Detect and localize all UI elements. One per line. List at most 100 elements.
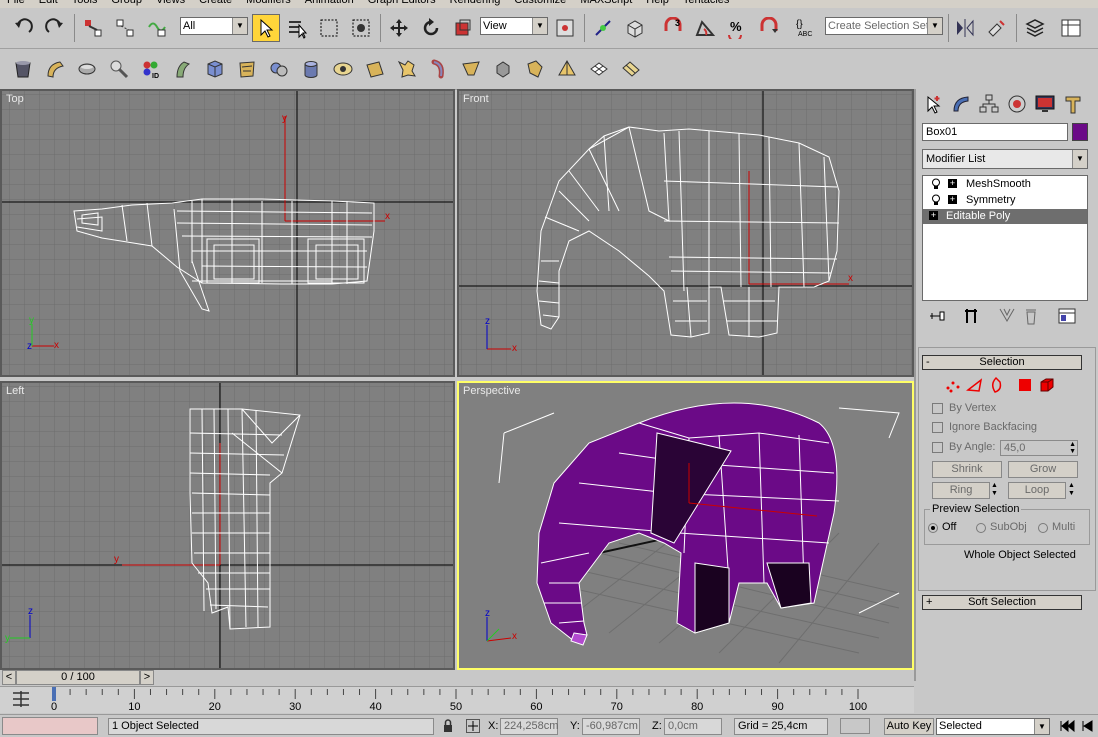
menu-item-animation[interactable]: Animation: [305, 0, 354, 6]
auto-key-button[interactable]: Auto Key: [884, 718, 934, 735]
display-tab-icon[interactable]: [1032, 91, 1058, 117]
loop-spinner-icon[interactable]: ▲ ▼: [1068, 482, 1075, 498]
menu-item-rendering[interactable]: Rendering: [450, 0, 501, 6]
snap-3d-icon[interactable]: 3: [660, 15, 686, 41]
modifier-stack-icon[interactable]: [10, 56, 36, 82]
select-manipulate-icon[interactable]: [590, 15, 616, 41]
polygon-mode-icon[interactable]: [1014, 374, 1036, 396]
menu-item-edit[interactable]: Edit: [39, 0, 58, 6]
undo-icon[interactable]: [10, 15, 36, 41]
object-color-swatch[interactable]: [1072, 123, 1088, 141]
move-icon[interactable]: [386, 15, 412, 41]
named-selection-edit-icon[interactable]: {} ABC: [792, 15, 818, 41]
prev-key-icon[interactable]: [1080, 720, 1094, 735]
select-and-link-icon[interactable]: [80, 15, 106, 41]
viewport-label[interactable]: Top: [6, 93, 24, 105]
viewport-perspective[interactable]: Perspective x z: [457, 381, 914, 670]
menu-item-modifiers[interactable]: Modifiers: [246, 0, 291, 6]
menu-item-customize[interactable]: Customize: [514, 0, 566, 6]
mirror-icon[interactable]: [952, 15, 978, 41]
viewport-label[interactable]: Front: [463, 93, 489, 105]
absolute-mode-icon[interactable]: [466, 719, 480, 733]
stack-item-symmetry[interactable]: + Symmetry: [923, 193, 1087, 208]
angle-snap-icon[interactable]: [692, 15, 718, 41]
make-unique-icon[interactable]: [996, 305, 1018, 327]
rectangular-selection-icon[interactable]: [316, 15, 342, 41]
lightbulb-icon[interactable]: [931, 178, 941, 193]
layer-manager-icon[interactable]: [1022, 15, 1048, 41]
edge-mode-icon[interactable]: [964, 374, 986, 396]
viewport-left[interactable]: Left y z y: [0, 381, 455, 670]
stack-item-editable-poly[interactable]: + Editable Poly: [923, 209, 1087, 224]
bind-space-warp-icon[interactable]: [144, 15, 170, 41]
viewport-front[interactable]: Front x z x: [457, 89, 914, 377]
meshsmooth-modifier-icon[interactable]: [522, 56, 548, 82]
expand-icon[interactable]: +: [948, 195, 957, 204]
named-selection-dropdown[interactable]: Create Selection Set ▼: [825, 17, 943, 35]
utilities-tab-icon[interactable]: [1060, 91, 1086, 117]
angle-spinner[interactable]: 45,0 ▲ ▼: [1000, 440, 1078, 456]
menu-item-file[interactable]: File: [7, 0, 25, 6]
track-bar[interactable]: 0 10 20 30 40 50 60 70 80 90 100: [0, 686, 914, 713]
checker-icon[interactable]: [586, 56, 612, 82]
keyboard-shortcut-icon[interactable]: [622, 15, 648, 41]
preview-multi-radio[interactable]: [1038, 523, 1048, 533]
relax-modifier-icon[interactable]: [266, 56, 292, 82]
rotate-icon[interactable]: [418, 15, 444, 41]
selection-rollout-header[interactable]: - Selection: [922, 355, 1082, 370]
stack-item-meshsmooth[interactable]: + MeshSmooth: [923, 177, 1087, 192]
soft-selection-rollout-header[interactable]: + Soft Selection: [922, 595, 1082, 610]
expand-icon[interactable]: +: [929, 211, 938, 220]
menu-item-tools[interactable]: Tools: [72, 0, 98, 6]
time-slider-thumb[interactable]: 0 / 100: [16, 670, 140, 685]
viewport-label[interactable]: Left: [6, 385, 24, 397]
z-coord-field[interactable]: 0,0cm: [664, 718, 722, 735]
border-mode-icon[interactable]: [986, 374, 1008, 396]
ignore-backfacing-checkbox[interactable]: [932, 422, 943, 433]
menu-item-graph-editors[interactable]: Graph Editors: [368, 0, 436, 6]
sweep-modifier-icon[interactable]: [458, 56, 484, 82]
motion-tab-icon[interactable]: [1004, 91, 1030, 117]
menu-item-views[interactable]: Views: [156, 0, 185, 6]
modify-tab-icon[interactable]: [948, 91, 974, 117]
shrink-button[interactable]: Shrink: [932, 461, 1002, 478]
hierarchy-tab-icon[interactable]: [976, 91, 1002, 117]
window-crossing-icon[interactable]: [348, 15, 374, 41]
pin-stack-icon[interactable]: [926, 305, 948, 327]
grow-button[interactable]: Grow: [1008, 461, 1078, 478]
menu-item-group[interactable]: Group: [111, 0, 142, 6]
paint-modifier-icon[interactable]: [106, 56, 132, 82]
maxscript-listener[interactable]: [2, 717, 98, 735]
unlink-icon[interactable]: [112, 15, 138, 41]
material-id-icon[interactable]: ID: [138, 56, 164, 82]
preview-off-radio[interactable]: [928, 523, 938, 533]
menu-item-maxscript[interactable]: MAXScript: [580, 0, 632, 6]
time-slider[interactable]: < 0 / 100 >: [0, 670, 914, 686]
next-frame-button[interactable]: >: [140, 670, 154, 685]
selection-filter-dropdown[interactable]: All ▼: [180, 17, 248, 35]
select-object-icon[interactable]: [252, 14, 280, 42]
ffd-modifier-icon[interactable]: [330, 56, 356, 82]
percent-snap-icon[interactable]: %: [724, 15, 750, 41]
skin-modifier-icon[interactable]: [426, 56, 452, 82]
spinner-snap-icon[interactable]: [756, 15, 782, 41]
lattice-modifier-icon[interactable]: [394, 56, 420, 82]
lightbulb-icon[interactable]: [931, 194, 941, 209]
modifier-list-dropdown[interactable]: Modifier List ▼: [922, 149, 1088, 169]
twist-modifier-icon[interactable]: [170, 56, 196, 82]
pivot-center-icon[interactable]: [552, 15, 578, 41]
current-frame-marker[interactable]: [52, 687, 56, 701]
show-end-result-icon[interactable]: [960, 305, 982, 327]
select-by-name-icon[interactable]: [284, 15, 310, 41]
reference-coordinate-dropdown[interactable]: View ▼: [480, 17, 548, 35]
expand-icon[interactable]: +: [948, 179, 957, 188]
key-mode-dropdown[interactable]: Selected ▼: [936, 718, 1050, 735]
shell-modifier-icon[interactable]: [362, 56, 388, 82]
remove-modifier-icon[interactable]: [1020, 305, 1042, 327]
menu-item-help[interactable]: Help: [646, 0, 669, 6]
redo-icon[interactable]: [42, 15, 68, 41]
set-key-icon[interactable]: [840, 718, 870, 734]
spinner-arrows-icon[interactable]: ▲ ▼: [1069, 441, 1076, 455]
loop-button[interactable]: Loop: [1008, 482, 1066, 499]
go-to-start-icon[interactable]: [1058, 719, 1076, 735]
